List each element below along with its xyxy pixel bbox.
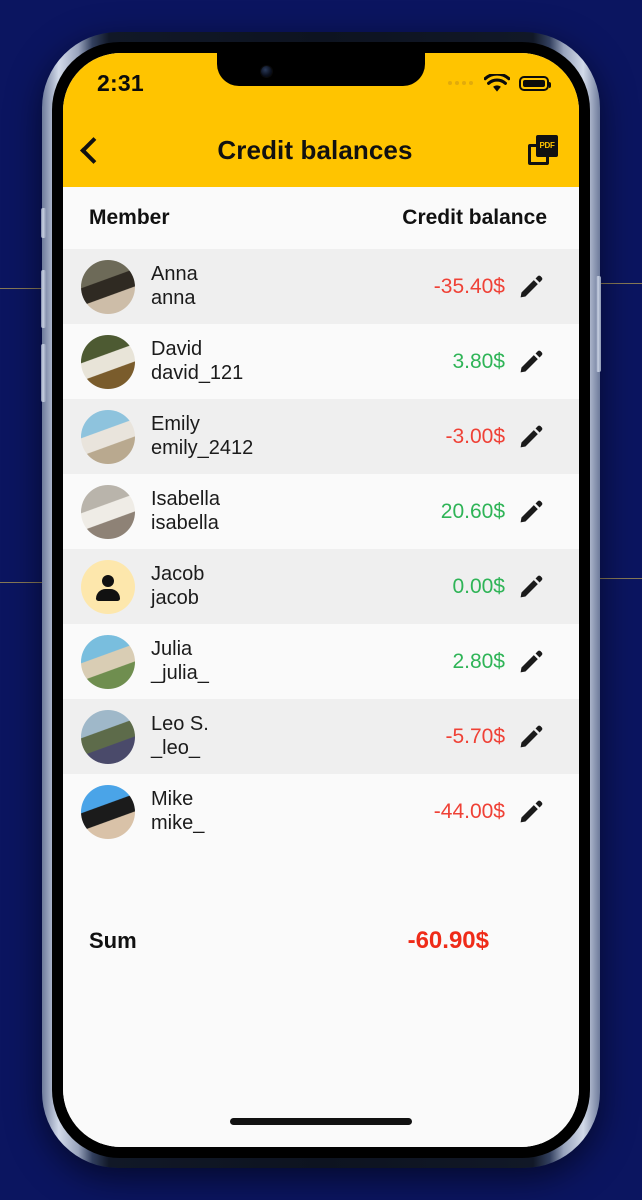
edit-balance-button[interactable] xyxy=(505,349,557,375)
credit-balance-amount: 2.80$ xyxy=(452,649,505,673)
member-names: Julia _julia_ xyxy=(151,638,452,684)
member-display-name: Jacob xyxy=(151,563,205,586)
member-display-name: Anna xyxy=(151,263,198,286)
member-username: mike_ xyxy=(151,811,205,834)
edit-balance-button[interactable] xyxy=(505,424,557,450)
pencil-icon xyxy=(520,275,543,297)
sum-row: Sum -60.90$ xyxy=(63,905,579,977)
chevron-left-icon xyxy=(79,136,107,164)
power-button[interactable] xyxy=(596,276,601,372)
credit-balance-amount: -5.70$ xyxy=(445,724,505,748)
pencil-icon xyxy=(520,800,543,822)
pencil-icon xyxy=(520,350,543,372)
credit-balances-list: Member Credit balance Anna anna -35.40$ Dav… xyxy=(63,187,579,1147)
sum-value: -60.90$ xyxy=(407,927,489,954)
member-username: david_121 xyxy=(151,361,244,384)
avatar xyxy=(81,559,135,614)
edit-balance-button[interactable] xyxy=(505,574,557,600)
pencil-icon xyxy=(520,650,543,672)
member-names: Isabella isabella xyxy=(151,488,441,534)
credit-balance-amount: -44.00$ xyxy=(433,799,505,823)
column-header-member: Member xyxy=(89,206,170,229)
table-row[interactable]: Anna anna -35.40$ xyxy=(63,249,579,324)
table-row[interactable]: Emily emily_2412 -3.00$ xyxy=(63,399,579,474)
page-title: Credit balances xyxy=(217,134,413,165)
member-names: David david_121 xyxy=(151,338,452,384)
credit-balance-amount: -35.40$ xyxy=(433,274,505,298)
credit-balance-amount: 3.80$ xyxy=(452,349,505,373)
table-row[interactable]: David david_121 3.80$ xyxy=(63,324,579,399)
column-header-balance: Credit balance xyxy=(402,206,547,229)
edit-balance-button[interactable] xyxy=(505,274,557,300)
pdf-export-button[interactable]: PDF xyxy=(507,135,579,165)
signal-dots-icon xyxy=(448,81,473,85)
silent-switch-button[interactable] xyxy=(41,208,46,238)
app-header: Credit balances PDF xyxy=(63,113,579,187)
member-names: Emily emily_2412 xyxy=(151,413,445,459)
person-icon xyxy=(81,560,135,614)
pencil-icon xyxy=(520,575,543,597)
status-bar-indicators xyxy=(448,73,551,93)
avatar xyxy=(81,634,135,689)
credit-balance-amount: 0.00$ xyxy=(452,574,505,598)
display-notch xyxy=(217,53,425,86)
pdf-icon-front-sheet: PDF xyxy=(536,135,558,157)
avatar xyxy=(81,409,135,464)
edit-balance-button[interactable] xyxy=(505,499,557,525)
member-username: emily_2412 xyxy=(151,436,254,459)
edit-balance-button[interactable] xyxy=(505,649,557,675)
pencil-icon xyxy=(520,500,543,522)
table-row[interactable]: Isabella isabella 20.60$ xyxy=(63,474,579,549)
table-body: Anna anna -35.40$ David david_121 3.80$ Emily e… xyxy=(63,249,579,849)
credit-balance-amount: 20.60$ xyxy=(440,499,505,523)
table-row[interactable]: Jacob jacob 0.00$ xyxy=(63,549,579,624)
avatar xyxy=(81,334,135,389)
pencil-icon xyxy=(520,425,543,447)
credit-balance-amount: -3.00$ xyxy=(445,424,505,448)
member-display-name: Mike xyxy=(151,788,194,811)
member-names: Mike mike_ xyxy=(151,788,434,834)
member-display-name: Emily xyxy=(151,413,200,436)
member-username: anna xyxy=(151,286,196,309)
member-display-name: Leo S. xyxy=(151,713,209,736)
wifi-icon xyxy=(484,73,510,92)
table-row[interactable]: Julia _julia_ 2.80$ xyxy=(63,624,579,699)
status-bar-clock: 2:31 xyxy=(97,69,144,96)
volume-down-button[interactable] xyxy=(41,344,46,402)
volume-up-button[interactable] xyxy=(41,270,46,328)
avatar xyxy=(81,259,135,314)
member-names: Leo S. _leo_ xyxy=(151,713,445,759)
member-username: _julia_ xyxy=(151,661,209,684)
member-display-name: David xyxy=(151,338,203,361)
table-row[interactable]: Leo S. _leo_ -5.70$ xyxy=(63,699,579,774)
edit-balance-button[interactable] xyxy=(505,724,557,750)
sum-label: Sum xyxy=(89,928,137,953)
table-row[interactable]: Mike mike_ -44.00$ xyxy=(63,774,579,849)
table-header: Member Credit balance xyxy=(63,187,579,249)
member-username: jacob xyxy=(151,586,199,609)
member-username: _leo_ xyxy=(151,736,200,759)
battery-full-icon xyxy=(519,75,551,91)
member-names: Anna anna xyxy=(151,263,434,309)
back-button[interactable] xyxy=(63,136,123,164)
member-display-name: Isabella xyxy=(151,488,220,511)
member-display-name: Julia xyxy=(151,638,193,661)
member-username: isabella xyxy=(151,511,219,534)
pdf-export-icon: PDF xyxy=(528,135,558,165)
edit-balance-button[interactable] xyxy=(505,799,557,825)
avatar xyxy=(81,784,135,839)
pencil-icon xyxy=(520,725,543,747)
avatar xyxy=(81,709,135,764)
phone-bezel: 2:31 Credit balances PDF Member Credit b… xyxy=(52,42,590,1158)
pdf-icon-label: PDF xyxy=(539,141,555,150)
member-names: Jacob jacob xyxy=(151,563,452,609)
front-camera-icon xyxy=(261,66,272,77)
phone-device-frame: 2:31 Credit balances PDF Member Credit b… xyxy=(41,32,601,1168)
phone-screen: 2:31 Credit balances PDF Member Credit b… xyxy=(63,53,579,1147)
avatar xyxy=(81,484,135,539)
home-indicator[interactable] xyxy=(230,1118,412,1125)
